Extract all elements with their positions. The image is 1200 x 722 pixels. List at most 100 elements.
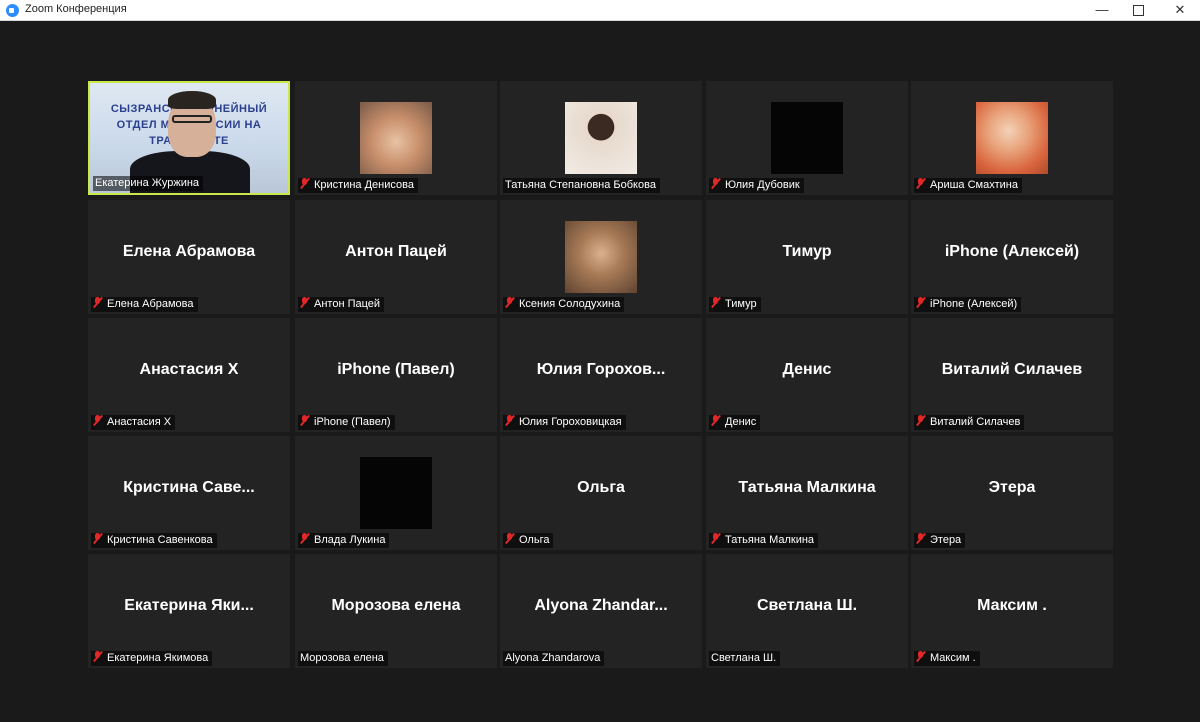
participant-display-name: iPhone (Алексей) [944, 243, 1080, 260]
participant-name-label: Денис [709, 415, 761, 430]
participant-display-name: Елена Абрамова [122, 243, 256, 260]
participant-tile[interactable]: Юлия Дубовик [706, 81, 908, 195]
participant-name-label: Кристина Денисова [298, 178, 418, 193]
participant-tile[interactable]: Этера Этера [911, 436, 1113, 550]
participant-tile[interactable]: Татьяна Степановна Бобкова [500, 81, 702, 195]
participant-video-thumbnail [360, 102, 432, 174]
participant-name-label: Виталий Силачев [914, 415, 1025, 430]
window-titlebar: Zoom Конференция — ✕ [0, 0, 1200, 21]
participant-name-text: Влада Лукина [314, 534, 386, 546]
participant-name-text: iPhone (Павел) [314, 416, 391, 428]
participant-tile[interactable]: Юлия Горохов... Юлия Гороховицкая [500, 318, 702, 432]
close-button[interactable]: ✕ [1158, 0, 1200, 21]
participant-tile[interactable]: Кристина Денисова [295, 81, 497, 195]
microphone-muted-icon [916, 297, 926, 308]
participant-tile[interactable]: iPhone (Павел) iPhone (Павел) [295, 318, 497, 432]
participant-name-text: Антон Пацей [314, 298, 381, 310]
participant-tile[interactable]: Виталий Силачев Виталий Силачев [911, 318, 1113, 432]
participant-name-label: Ариша Смахтина [914, 178, 1022, 193]
participant-tile[interactable]: Татьяна Малкина Татьяна Малкина [706, 436, 908, 550]
microphone-muted-icon [300, 415, 310, 426]
participant-display-name: Максим . [977, 597, 1047, 614]
participant-name-label: Екатерина Журжина [93, 176, 204, 191]
participant-name-text: iPhone (Алексей) [930, 298, 1018, 310]
participant-tile[interactable]: СЫЗРАНСКИЙ ЛИНЕЙНЫЙ ОТДЕЛ МВД РОССИИ НА … [88, 81, 290, 195]
participant-video-thumbnail [360, 457, 432, 529]
participant-display-name: Светлана Ш. [756, 597, 858, 614]
participant-name-label: Анастасия Х [91, 415, 176, 430]
maximize-button[interactable] [1116, 0, 1160, 21]
participant-display-name: Антон Пацей [345, 243, 447, 260]
microphone-muted-icon [93, 297, 103, 308]
participant-name-text: Этера [930, 534, 962, 546]
participant-tile[interactable]: iPhone (Алексей) iPhone (Алексей) [911, 200, 1113, 314]
participant-video-thumbnail [565, 221, 637, 293]
participant-name-label: Alyona Zhandarova [503, 651, 605, 666]
participant-name-text: Виталий Силачев [930, 416, 1021, 428]
participant-name-label: iPhone (Алексей) [914, 297, 1022, 312]
participant-display-name: Виталий Силачев [941, 361, 1083, 378]
participant-name-text: Тимур [725, 298, 757, 310]
participant-display-name: Татьяна Малкина [738, 479, 876, 496]
microphone-muted-icon [711, 533, 721, 544]
participant-tile[interactable]: Елена Абрамова Елена Абрамова [88, 200, 290, 314]
participant-display-name: Кристина Саве... [123, 479, 255, 496]
participant-name-text: Ольга [519, 534, 550, 546]
participant-name-text: Морозова елена [300, 652, 384, 664]
microphone-muted-icon [916, 178, 926, 189]
participant-name-text: Денис [725, 416, 757, 428]
participant-tile[interactable]: Екатерина Яки... Екатерина Якимова [88, 554, 290, 668]
person-hair [168, 91, 216, 109]
microphone-muted-icon [300, 533, 310, 544]
participant-name-text: Ксения Солодухина [519, 298, 621, 310]
participant-tile[interactable]: Антон Пацей Антон Пацей [295, 200, 497, 314]
participant-display-name: Анастасия Х [139, 361, 239, 378]
microphone-muted-icon [916, 415, 926, 426]
participant-tile[interactable]: Alyona Zhandar... Alyona Zhandarova [500, 554, 702, 668]
participant-name-label: Морозова елена [298, 651, 388, 666]
microphone-muted-icon [93, 533, 103, 544]
participant-display-name: Тимур [782, 243, 832, 260]
participant-tile[interactable]: Ариша Смахтина [911, 81, 1113, 195]
participant-video-thumbnail [565, 102, 637, 174]
participant-name-text: Татьяна Степановна Бобкова [505, 179, 656, 191]
participant-display-name: Екатерина Яки... [124, 597, 254, 614]
participant-name-text: Анастасия Х [107, 416, 172, 428]
participant-tile[interactable]: Ольга Ольга [500, 436, 702, 550]
participant-name-text: Светлана Ш. [711, 652, 777, 664]
participant-name-label: Тимур [709, 297, 761, 312]
maximize-icon [1132, 5, 1144, 16]
microphone-muted-icon [505, 533, 515, 544]
microphone-muted-icon [711, 297, 721, 308]
participant-name-text: Татьяна Малкина [725, 534, 815, 546]
participant-name-label: Максим . [914, 651, 980, 666]
participant-name-text: Екатерина Якимова [107, 652, 209, 664]
participant-name-label: Ксения Солодухина [503, 297, 625, 312]
participant-name-text: Юлия Гороховицкая [519, 416, 622, 428]
microphone-muted-icon [505, 297, 515, 308]
participant-video-thumbnail [976, 102, 1048, 174]
participant-tile[interactable]: Тимур Тимур [706, 200, 908, 314]
participant-tile[interactable]: Анастасия Х Анастасия Х [88, 318, 290, 432]
participant-name-text: Alyona Zhandarova [505, 652, 601, 664]
microphone-muted-icon [711, 415, 721, 426]
participant-tile[interactable]: Максим . Максим . [911, 554, 1113, 668]
participant-tile[interactable]: Морозова елена Морозова елена [295, 554, 497, 668]
microphone-muted-icon [300, 297, 310, 308]
participant-tile[interactable]: Влада Лукина [295, 436, 497, 550]
participant-tile[interactable]: Светлана Ш. Светлана Ш. [706, 554, 908, 668]
participant-video-thumbnail [771, 102, 843, 174]
participant-name-label: Татьяна Малкина [709, 533, 819, 548]
participant-tile[interactable]: Ксения Солодухина [500, 200, 702, 314]
microphone-muted-icon [93, 415, 103, 426]
participant-name-text: Ариша Смахтина [930, 179, 1018, 191]
participant-name-label: Кристина Савенкова [91, 533, 217, 548]
participant-display-name: Денис [782, 361, 832, 378]
participant-name-label: Екатерина Якимова [91, 651, 213, 666]
microphone-muted-icon [300, 178, 310, 189]
participant-name-label: Влада Лукина [298, 533, 390, 548]
participant-name-text: Кристина Савенкова [107, 534, 213, 546]
participant-tile[interactable]: Кристина Саве... Кристина Савенкова [88, 436, 290, 550]
participant-name-text: Кристина Денисова [314, 179, 414, 191]
participant-tile[interactable]: Денис Денис [706, 318, 908, 432]
